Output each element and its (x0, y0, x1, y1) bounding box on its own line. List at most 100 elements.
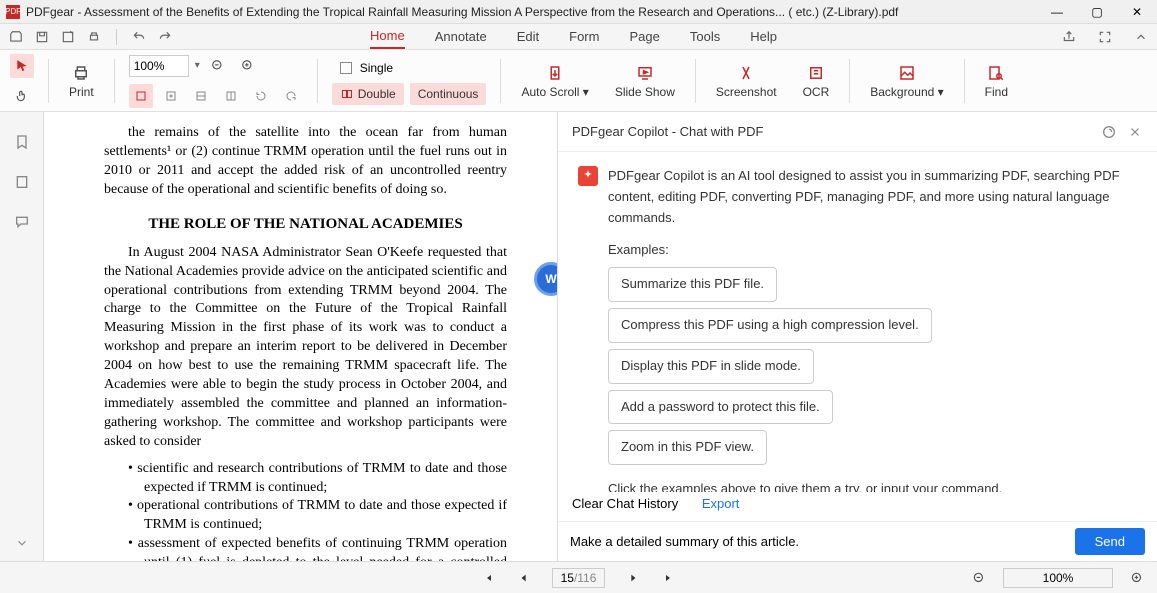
copilot-close-icon[interactable] (1127, 124, 1143, 140)
hand-tool-icon[interactable] (10, 84, 34, 108)
double-icon (340, 87, 354, 101)
comments-icon[interactable] (12, 212, 32, 232)
page-total: /116 (574, 571, 596, 585)
send-button[interactable]: Send (1075, 528, 1145, 555)
view-single-button[interactable]: Single (332, 57, 487, 79)
select-tool-icon[interactable] (10, 54, 34, 78)
window-title: PDFgear - Assessment of the Benefits of … (26, 5, 1037, 19)
doc-heading: THE ROLE OF THE NATIONAL ACADEMIES (104, 214, 507, 234)
zoom-out-icon[interactable] (206, 54, 230, 78)
collapse-ribbon-icon[interactable] (1133, 29, 1149, 45)
document-viewport[interactable]: the remains of the satellite into the oc… (44, 112, 557, 561)
fit-width-icon[interactable] (159, 84, 183, 108)
print-quick-icon[interactable] (86, 29, 102, 45)
expand-sidebar-icon[interactable] (12, 533, 32, 553)
titlebar: PDF PDFgear - Assessment of the Benefits… (0, 0, 1157, 24)
screenshot-button[interactable]: Screenshot (710, 63, 783, 99)
page-indicator[interactable]: 15/116 (552, 568, 606, 588)
view-continuous-button[interactable]: Continuous (410, 83, 487, 105)
tab-edit[interactable]: Edit (517, 25, 539, 48)
fit-visible-icon[interactable] (219, 84, 243, 108)
zoom-status[interactable]: 100% (1003, 568, 1113, 588)
app-icon: PDF (6, 5, 20, 19)
auto-scroll-button[interactable]: Auto Scroll ▾ (515, 63, 594, 99)
maximize-button[interactable]: ▢ (1077, 0, 1117, 24)
tab-help[interactable]: Help (750, 25, 777, 48)
find-label: Find (985, 85, 1008, 99)
prev-page-icon[interactable] (516, 570, 532, 586)
auto-scroll-label: Auto Scroll ▾ (521, 85, 588, 99)
rotate-right-icon[interactable] (279, 84, 303, 108)
separator (500, 59, 501, 103)
screenshot-icon (736, 63, 756, 83)
close-button[interactable]: ✕ (1117, 0, 1157, 24)
ocr-icon (806, 63, 826, 83)
zoom-input[interactable] (129, 55, 189, 77)
checkbox-icon (340, 62, 352, 74)
example-compress[interactable]: Compress this PDF using a high compressi… (608, 308, 932, 343)
zoom-dropdown-icon[interactable]: ▾ (195, 60, 200, 71)
fullscreen-icon[interactable] (1097, 29, 1113, 45)
tab-form[interactable]: Form (569, 25, 599, 48)
save-icon[interactable] (34, 29, 50, 45)
view-double-button[interactable]: Double (332, 83, 404, 105)
open-icon[interactable] (8, 29, 24, 45)
separator (48, 59, 49, 103)
tab-page[interactable]: Page (629, 25, 659, 48)
rotate-left-icon[interactable] (249, 84, 273, 108)
bookmarks-icon[interactable] (12, 132, 32, 152)
save-as-icon[interactable] (60, 29, 76, 45)
tab-tools[interactable]: Tools (690, 25, 720, 48)
example-slidemode[interactable]: Display this PDF in slide mode. (608, 349, 814, 384)
fit-page-icon[interactable] (129, 84, 153, 108)
separator (116, 29, 117, 45)
doc-bullet: • assessment of expected benefits of con… (104, 535, 507, 561)
share-icon[interactable] (1061, 29, 1077, 45)
clear-chat-button[interactable]: Clear Chat History (572, 496, 678, 511)
background-button[interactable]: Background ▾ (864, 63, 949, 99)
sidebar-left (0, 112, 44, 561)
actual-size-icon[interactable] (189, 84, 213, 108)
copilot-hint: Click the examples above to give them a … (608, 479, 1137, 492)
zoom-out-status-icon[interactable] (971, 570, 987, 586)
example-summarize[interactable]: Summarize this PDF file. (608, 267, 777, 302)
copilot-title: PDFgear Copilot - Chat with PDF (572, 124, 1091, 139)
document-page: the remains of the satellite into the oc… (44, 112, 557, 561)
copilot-refresh-icon[interactable] (1101, 124, 1117, 140)
slide-show-button[interactable]: Slide Show (609, 63, 681, 99)
tab-annotate[interactable]: Annotate (435, 25, 487, 48)
continuous-label: Continuous (418, 87, 479, 101)
minimize-button[interactable]: — (1037, 0, 1077, 24)
ocr-label: OCR (803, 85, 830, 99)
separator (114, 59, 115, 103)
doc-paragraph: In August 2004 NASA Administrator Sean O… (104, 244, 507, 452)
slide-show-label: Slide Show (615, 85, 675, 99)
copilot-input[interactable] (570, 534, 1065, 549)
zoom-in-icon[interactable] (236, 54, 260, 78)
copilot-intro: PDFgear Copilot is an AI tool designed t… (608, 166, 1137, 228)
doc-bullet: • scientific and research contributions … (104, 460, 507, 498)
undo-icon[interactable] (131, 29, 147, 45)
find-icon (986, 63, 1006, 83)
print-button[interactable]: Print (63, 63, 100, 99)
double-label: Double (358, 87, 396, 101)
tab-home[interactable]: Home (370, 24, 405, 49)
separator (695, 59, 696, 103)
print-label: Print (69, 85, 94, 99)
ocr-button[interactable]: OCR (797, 63, 836, 99)
example-zoom[interactable]: Zoom in this PDF view. (608, 430, 767, 465)
example-password[interactable]: Add a password to protect this file. (608, 390, 833, 425)
slide-show-icon (635, 63, 655, 83)
export-chat-button[interactable]: Export (702, 496, 740, 511)
single-label: Single (360, 61, 393, 75)
copilot-panel: PDFgear Copilot - Chat with PDF ✦ PDFgea… (557, 112, 1157, 561)
auto-scroll-icon (545, 63, 565, 83)
find-button[interactable]: Find (979, 63, 1014, 99)
next-page-icon[interactable] (625, 570, 641, 586)
redo-icon[interactable] (157, 29, 173, 45)
first-page-icon[interactable] (480, 570, 496, 586)
last-page-icon[interactable] (661, 570, 677, 586)
print-icon (71, 63, 91, 83)
thumbnails-icon[interactable] (12, 172, 32, 192)
zoom-in-status-icon[interactable] (1129, 570, 1145, 586)
